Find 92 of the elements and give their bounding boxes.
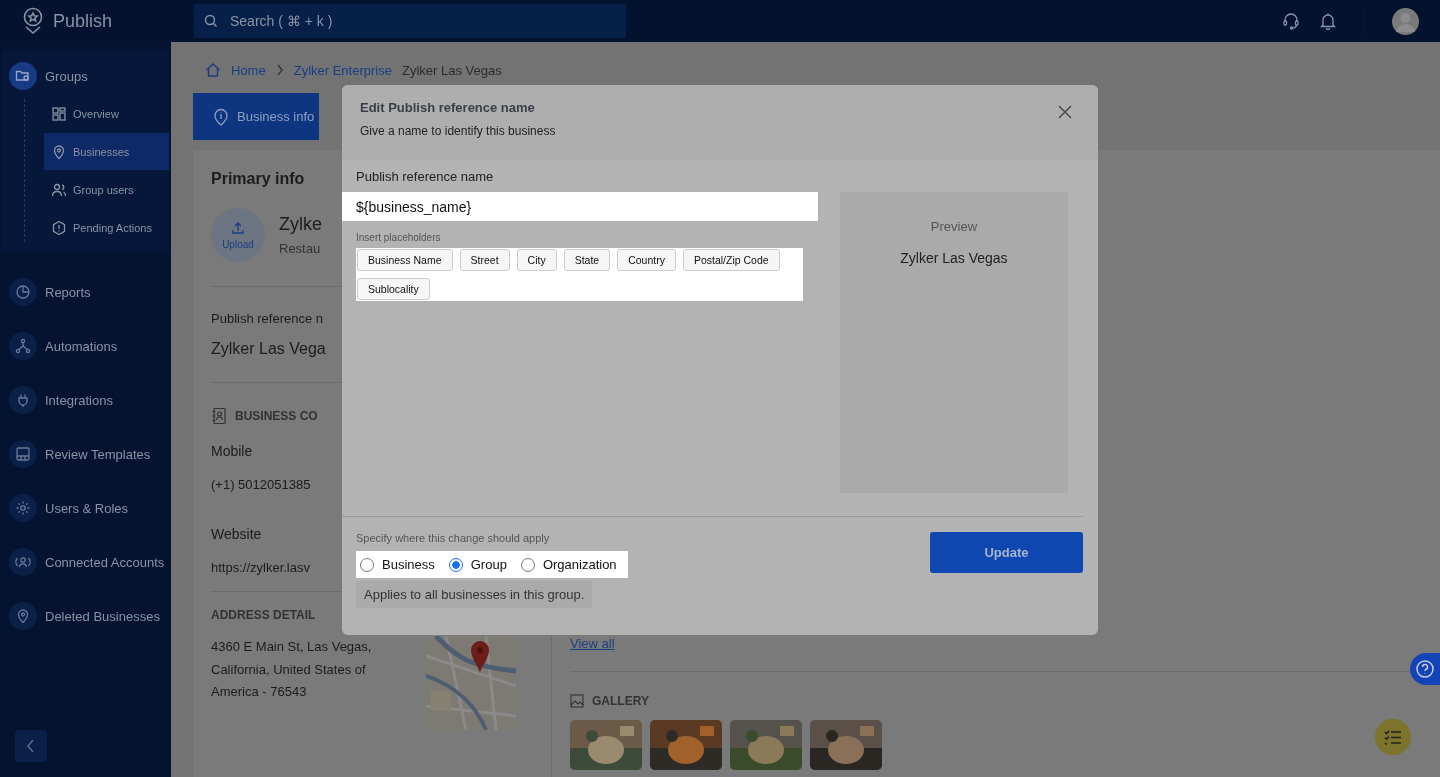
section-title: Primary info bbox=[211, 170, 305, 188]
dialog-title: Edit Publish reference name bbox=[360, 100, 536, 115]
chevron-left-icon bbox=[26, 739, 36, 753]
sidebar-item[interactable]: Users & Roles bbox=[2, 481, 171, 535]
sidebar-subitem[interactable]: Businesses bbox=[44, 133, 169, 170]
sidebar-subitem-label: Businesses bbox=[73, 145, 130, 158]
radio-button[interactable] bbox=[448, 557, 463, 572]
sidebar-item[interactable]: Automations bbox=[2, 319, 171, 373]
location-pin-icon bbox=[51, 143, 67, 160]
sidebar-item[interactable]: Connected Accounts bbox=[2, 535, 171, 589]
gear-icon bbox=[15, 500, 31, 516]
sidebar-subitem-label: Overview bbox=[73, 107, 119, 120]
field-value: (+1) 5012051385 bbox=[211, 477, 311, 492]
sidebar-item[interactable]: Deleted Businesses bbox=[2, 589, 171, 643]
scope-hint: Applies to all businesses in this group. bbox=[356, 581, 593, 608]
upload-icon bbox=[231, 220, 245, 235]
sidebar-item-label: Users & Roles bbox=[45, 500, 129, 516]
logo-icon bbox=[21, 7, 45, 35]
update-button[interactable]: Update bbox=[930, 532, 1083, 573]
placeholder-chip[interactable]: City bbox=[516, 249, 557, 271]
sidebar-item[interactable]: Integrations bbox=[2, 373, 171, 427]
placeholder-chip[interactable]: Street bbox=[459, 249, 510, 271]
template-icon bbox=[15, 446, 31, 462]
breadcrumb-current: Zylker Las Vegas bbox=[401, 62, 502, 78]
section-heading: ADDRESS DETAIL bbox=[211, 608, 316, 622]
address-text: 4360 E Main St, Las Vegas, California, United States of America - 76543 bbox=[211, 638, 373, 701]
tab[interactable]: Business info bbox=[193, 93, 319, 140]
placeholders-label: Insert placeholders bbox=[356, 232, 442, 243]
sidebar-subitem-label: Group users bbox=[73, 183, 134, 196]
scope-label: Specify where this change should apply bbox=[356, 532, 551, 544]
placeholder-chip[interactable]: Country bbox=[617, 249, 676, 271]
sidebar-item-label: Automations bbox=[45, 338, 118, 354]
sidebar-item-label: Integrations bbox=[45, 392, 113, 408]
field-value: https://zylker.lasv bbox=[211, 560, 310, 575]
business-name: Zylke bbox=[279, 214, 322, 235]
sidebar-item-label: Review Templates bbox=[45, 446, 151, 462]
sidebar-item[interactable]: Groups bbox=[2, 61, 169, 91]
field-label: Website bbox=[211, 526, 262, 542]
placeholder-chip[interactable]: Postal/Zip Code bbox=[682, 249, 780, 271]
plug-icon bbox=[15, 392, 31, 408]
people-icon bbox=[15, 554, 31, 570]
sidebar-item-label: Groups bbox=[45, 68, 88, 84]
placeholder-chip[interactable]: Business Name bbox=[357, 249, 453, 271]
home-icon bbox=[205, 62, 221, 78]
sidebar-subitem-label: Pending Actions bbox=[73, 221, 152, 234]
image-icon bbox=[570, 694, 584, 708]
radio-button[interactable] bbox=[360, 557, 374, 572]
dialog-subtitle: Give a name to identify this business bbox=[360, 124, 556, 138]
placeholder-chip[interactable]: State bbox=[563, 249, 611, 271]
location-pin-icon bbox=[15, 608, 31, 624]
scope-radio[interactable]: Organization bbox=[520, 557, 617, 572]
avatar-icon[interactable] bbox=[1392, 7, 1419, 35]
hexagon-icon bbox=[51, 219, 67, 236]
info-icon bbox=[213, 107, 229, 126]
sidebar-subitem[interactable]: Group users bbox=[25, 175, 169, 204]
sidebar-item-label: Reports bbox=[45, 284, 91, 300]
close-icon bbox=[1058, 105, 1072, 119]
scope-radio[interactable]: Group bbox=[448, 557, 507, 572]
section-heading: BUSINESS CO bbox=[235, 409, 318, 423]
sidebar-item-label: Deleted Businesses bbox=[45, 608, 160, 624]
sidebar-subitem[interactable]: Overview bbox=[25, 99, 169, 128]
close-button[interactable] bbox=[1058, 105, 1072, 119]
field-label: Publish reference n bbox=[211, 311, 323, 326]
folder-icon bbox=[15, 68, 31, 84]
reference-name-input[interactable]: ${business_name} bbox=[342, 192, 818, 221]
checklist-icon bbox=[1384, 729, 1402, 745]
notification-bell-icon[interactable] bbox=[1319, 12, 1337, 30]
preview-label: Preview bbox=[930, 219, 978, 234]
flow-icon bbox=[15, 338, 31, 354]
sidebar-item-label: Connected Accounts bbox=[45, 554, 165, 570]
headset-icon[interactable] bbox=[1282, 12, 1300, 30]
scope-radio[interactable]: Business bbox=[360, 557, 435, 572]
field-value: Zylker Las Vega bbox=[211, 340, 326, 358]
radio-button[interactable] bbox=[520, 557, 535, 572]
preview-text: Zylker Las Vegas bbox=[900, 250, 1008, 266]
help-button[interactable] bbox=[1410, 653, 1440, 685]
search-field[interactable]: Search ( ⌘ + k ) bbox=[194, 4, 626, 38]
help-icon bbox=[1415, 659, 1435, 679]
grid-icon bbox=[51, 105, 67, 122]
sidebar-subitem[interactable]: Pending Actions bbox=[25, 213, 169, 242]
users-icon bbox=[51, 181, 67, 198]
app-name: Publish bbox=[53, 10, 113, 32]
chevron-right-icon bbox=[275, 64, 284, 76]
placeholder-chip[interactable]: Sublocality bbox=[357, 278, 430, 300]
section-heading: GALLERY bbox=[592, 694, 649, 708]
field-label: Publish reference name bbox=[356, 169, 495, 184]
pie-chart-icon bbox=[15, 284, 31, 300]
sidebar-item[interactable]: Reports bbox=[2, 265, 171, 319]
business-category: Restau bbox=[279, 241, 322, 256]
contact-book-icon bbox=[211, 407, 227, 425]
sidebar-item[interactable]: Review Templates bbox=[2, 427, 171, 481]
field-label: Mobile bbox=[211, 443, 253, 459]
